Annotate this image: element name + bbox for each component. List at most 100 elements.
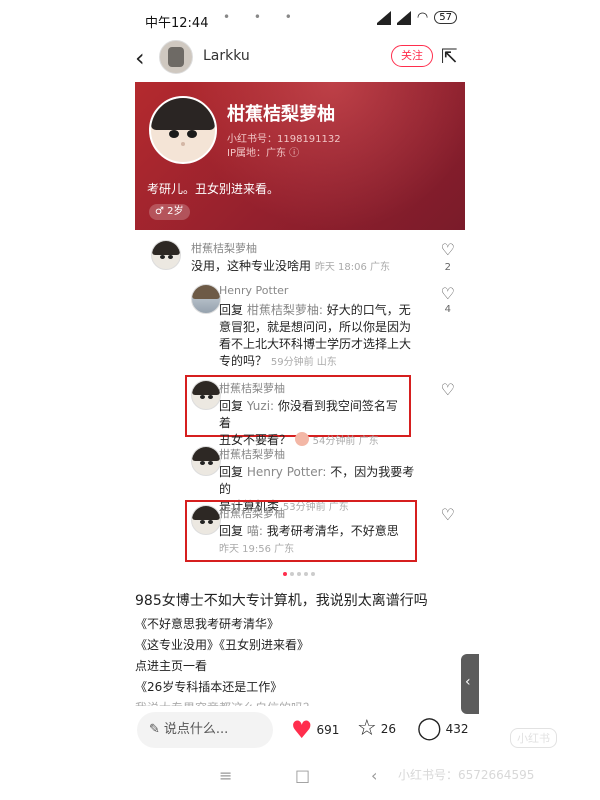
commenter-avatar (191, 505, 221, 535)
back-arrow-icon[interactable]: ‹ (135, 44, 145, 72)
reply-mention: Yuzi: (246, 399, 275, 413)
pager-dot (311, 572, 315, 576)
side-drawer-handle[interactable]: ‹ (461, 654, 479, 714)
follow-button[interactable]: 关注 (391, 45, 433, 67)
reply-mention: 柑蕉桔梨萝柚: (246, 303, 323, 317)
comment-item: 柑蕉桔梨萝柚 回复 喵: 我考研考清华，不好意思 昨天 19:56 广东 ♡ (135, 503, 465, 559)
share-icon[interactable]: ⇱ (441, 44, 458, 68)
image-pager-dots[interactable] (283, 572, 315, 576)
like-heart-icon: ♡ (440, 505, 455, 524)
comment-line: 专的吗？ (219, 354, 268, 368)
post-line-cut: 我说大专男究竟都这么自信的吗？ (135, 698, 465, 706)
like-heart-icon: ♡ (440, 284, 455, 303)
post-line: 《不好意思我考研考清华》 (135, 617, 280, 631)
pencil-icon: ✎ (149, 722, 160, 737)
reply-prefix: 回复 (219, 399, 244, 413)
menu-icon[interactable]: ≡ (219, 766, 232, 785)
profile-card-image: 柑蕉桔梨萝柚 小红书号：1198191132 IP属地：广东 ⓘ 考研儿。丑女别… (135, 82, 465, 230)
avatar-nose (181, 142, 185, 146)
post-line: 点进主页一看 (135, 659, 208, 673)
comment-total: 432 (445, 721, 469, 736)
signal-icon (376, 10, 391, 25)
commenter-name: Henry Potter (219, 284, 289, 297)
comment-text: 没用，这种专业没啥用 昨天 18:06 广东 (191, 258, 390, 276)
comment-meta: 59分钟前 山东 (270, 357, 337, 368)
heart-icon: ♥ (291, 716, 313, 744)
comment-item: Henry Potter 回复 柑蕉桔梨萝柚: 好大的口气，无 意冒犯，就是想问… (135, 282, 465, 372)
comment-bubble-icon: ◯ (417, 716, 442, 741)
commenter-name: 柑蕉桔梨萝柚 (191, 242, 257, 255)
pager-dot (304, 572, 308, 576)
comment-text: 回复 喵: 我考研考清华，不好意思 昨天 19:56 广东 (219, 523, 409, 558)
collect-button[interactable]: ☆ 26 (357, 716, 396, 741)
reply-mention: 喵: (246, 524, 263, 538)
comment-text: 回复 Yuzi: 你没看到我空间签名写着 丑女不要看？ 54分钟前 广东 (219, 398, 409, 450)
wifi-icon: ◠ (416, 10, 429, 25)
comment-meta: 昨天 18:06 广东 (314, 262, 391, 273)
author-username[interactable]: Larkku (203, 48, 250, 64)
like-total: 691 (316, 723, 340, 737)
commenter-avatar (151, 240, 181, 270)
signal-icon-2 (396, 10, 411, 25)
like-count: 2 (444, 262, 451, 273)
pager-dot (297, 572, 301, 576)
reply-prefix: 回复 (219, 524, 244, 538)
comment-button[interactable]: ◯ 432 (417, 716, 469, 741)
watermark-text: 小红书号：6572664595 (398, 768, 535, 782)
star-icon: ☆ (357, 716, 377, 741)
status-time: 中午12:44 (145, 16, 209, 31)
post-line: 《这专业没用》《丑女别进来看》 (135, 638, 310, 652)
reply-prefix: 回复 (219, 303, 244, 317)
profile-ip: IP属地：广东 ⓘ (227, 148, 300, 159)
comment-item: 柑蕉桔梨萝柚 回复 Henry Potter: 不，因为我要考的 是计算机类 5… (135, 444, 465, 513)
comment-line: 好大的口气，无 (326, 303, 411, 317)
comment-input-placeholder: 说点什么... (163, 722, 229, 737)
post-body: 《不好意思我考研考清华》 《这专业没用》《丑女别进来看》 点进主页一看 《26岁… (135, 614, 465, 706)
like-heart-icon: ♡ (440, 380, 455, 399)
comment-thread-image: 柑蕉桔梨萝柚 没用，这种专业没啥用 昨天 18:06 广东 ♡ 2 Henry … (135, 232, 465, 572)
profile-name: 柑蕉桔梨萝柚 (227, 104, 335, 125)
post-line: 《26岁专科插本还是工作》 (135, 680, 283, 694)
commenter-avatar (191, 446, 221, 476)
avatar-eye-right (187, 130, 197, 138)
notification-dots: • • • (223, 10, 302, 24)
reply-mention: Henry Potter: (246, 465, 327, 479)
commenter-avatar (191, 380, 221, 410)
profile-avatar (149, 96, 217, 164)
comment-body: 没用，这种专业没啥用 (191, 259, 312, 273)
post-header: ‹ Larkku 关注 ⇱ (135, 38, 465, 78)
reply-prefix: 回复 (219, 465, 244, 479)
pager-dot (290, 572, 294, 576)
commenter-avatar (191, 284, 221, 314)
comment-input[interactable]: ✎ 说点什么... (137, 712, 273, 748)
comment-line: 意冒犯，就是想问问，所以你是因为 (219, 320, 412, 334)
watermark-logo: 小红书 (510, 728, 557, 748)
post-title: 985女博士不如大专计算机，我说别太离谱行吗 (135, 593, 428, 609)
comment-item: 柑蕉桔梨萝柚 没用，这种专业没啥用 昨天 18:06 广东 ♡ 2 (135, 236, 465, 280)
home-icon[interactable]: □ (295, 766, 310, 785)
profile-id: 小红书号：1198191132 (227, 134, 341, 145)
battery-icon: 57 (434, 11, 457, 24)
like-button[interactable]: ♥ 691 (291, 716, 339, 744)
collect-total: 26 (380, 721, 397, 736)
commenter-name: 柑蕉桔梨萝柚 (219, 507, 285, 520)
comment-text: 回复 柑蕉桔梨萝柚: 好大的口气，无 意冒犯，就是想问问，所以你是因为 看不上北… (219, 302, 419, 371)
comment-item: 柑蕉桔梨萝柚 回复 Yuzi: 你没看到我空间签名写着 丑女不要看？ 54分钟前… (135, 378, 465, 447)
author-avatar[interactable] (159, 40, 193, 74)
comment-line: 你没看到我空间签名写着 (219, 399, 398, 430)
comment-line: 我考研考清华，不好意思 (266, 524, 399, 538)
engagement-bar: ✎ 说点什么... ♥ 691 ☆ 26 ◯ 432 (135, 708, 469, 752)
status-icons: ◠ 57 (376, 10, 457, 25)
comment-meta: 昨天 19:56 广东 (219, 544, 295, 555)
profile-bio: 考研儿。丑女别进来看。 (147, 182, 280, 196)
pager-dot-active (283, 572, 287, 576)
screen: 中午12:44 • • • ◠ 57 ‹ Larkku 关注 ⇱ 柑蕉桔梨萝柚 … (0, 0, 600, 800)
comment-line: 看不上北大环科博士学历才选择上大 (219, 337, 412, 351)
like-count: 4 (444, 304, 451, 315)
age-badge: ♂ 2岁 (149, 204, 190, 220)
avatar-eye-left (169, 130, 179, 138)
chevron-left-icon: ‹ (465, 674, 471, 690)
status-bar: 中午12:44 • • • ◠ 57 (135, 10, 465, 31)
back-icon[interactable]: ‹ (371, 766, 377, 785)
commenter-name: 柑蕉桔梨萝柚 (219, 448, 285, 461)
